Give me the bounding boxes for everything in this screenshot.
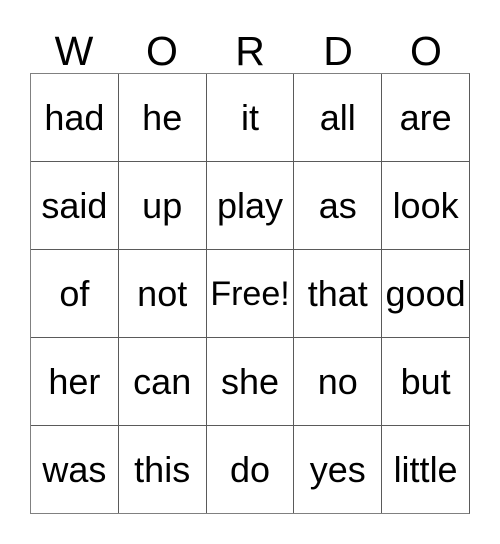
bingo-cell[interactable]: this: [117, 426, 206, 513]
bingo-row: of not Free! that good: [31, 249, 469, 337]
bingo-cell[interactable]: as: [293, 162, 382, 249]
bingo-cell[interactable]: but: [381, 338, 469, 425]
bingo-cell[interactable]: that: [293, 250, 382, 337]
header-letter-3: R: [235, 28, 265, 74]
bingo-row: was this do yes little: [31, 425, 469, 513]
bingo-cell[interactable]: look: [381, 162, 469, 249]
bingo-cell[interactable]: not: [117, 250, 206, 337]
bingo-cell[interactable]: up: [117, 162, 206, 249]
bingo-cell[interactable]: play: [205, 162, 294, 249]
bingo-cell[interactable]: she: [205, 338, 294, 425]
header-letter-5: O: [410, 28, 442, 74]
bingo-card: W O R D O had he it all are said up play…: [0, 0, 500, 544]
bingo-cell[interactable]: do: [205, 426, 294, 513]
bingo-cell[interactable]: was: [31, 426, 118, 513]
bingo-cell[interactable]: yes: [293, 426, 382, 513]
bingo-cell[interactable]: all: [293, 74, 382, 161]
bingo-cell[interactable]: he: [117, 74, 206, 161]
bingo-cell[interactable]: can: [117, 338, 206, 425]
bingo-cell[interactable]: it: [205, 74, 294, 161]
bingo-grid: had he it all are said up play as look o…: [30, 73, 470, 514]
bingo-row: her can she no but: [31, 337, 469, 425]
bingo-cell[interactable]: good: [381, 250, 469, 337]
bingo-row: had he it all are: [31, 74, 469, 161]
bingo-row: said up play as look: [31, 161, 469, 249]
bingo-cell[interactable]: said: [31, 162, 118, 249]
header-letter-1: W: [54, 28, 94, 74]
bingo-cell[interactable]: little: [381, 426, 469, 513]
bingo-cell[interactable]: are: [381, 74, 469, 161]
bingo-cell[interactable]: no: [293, 338, 382, 425]
header-letter-4: D: [323, 28, 353, 74]
bingo-cell[interactable]: had: [31, 74, 118, 161]
bingo-header-row: W O R D O: [30, 22, 470, 73]
bingo-cell[interactable]: of: [31, 250, 118, 337]
bingo-free-cell[interactable]: Free!: [205, 250, 294, 337]
bingo-cell[interactable]: her: [31, 338, 118, 425]
header-letter-2: O: [146, 28, 178, 74]
